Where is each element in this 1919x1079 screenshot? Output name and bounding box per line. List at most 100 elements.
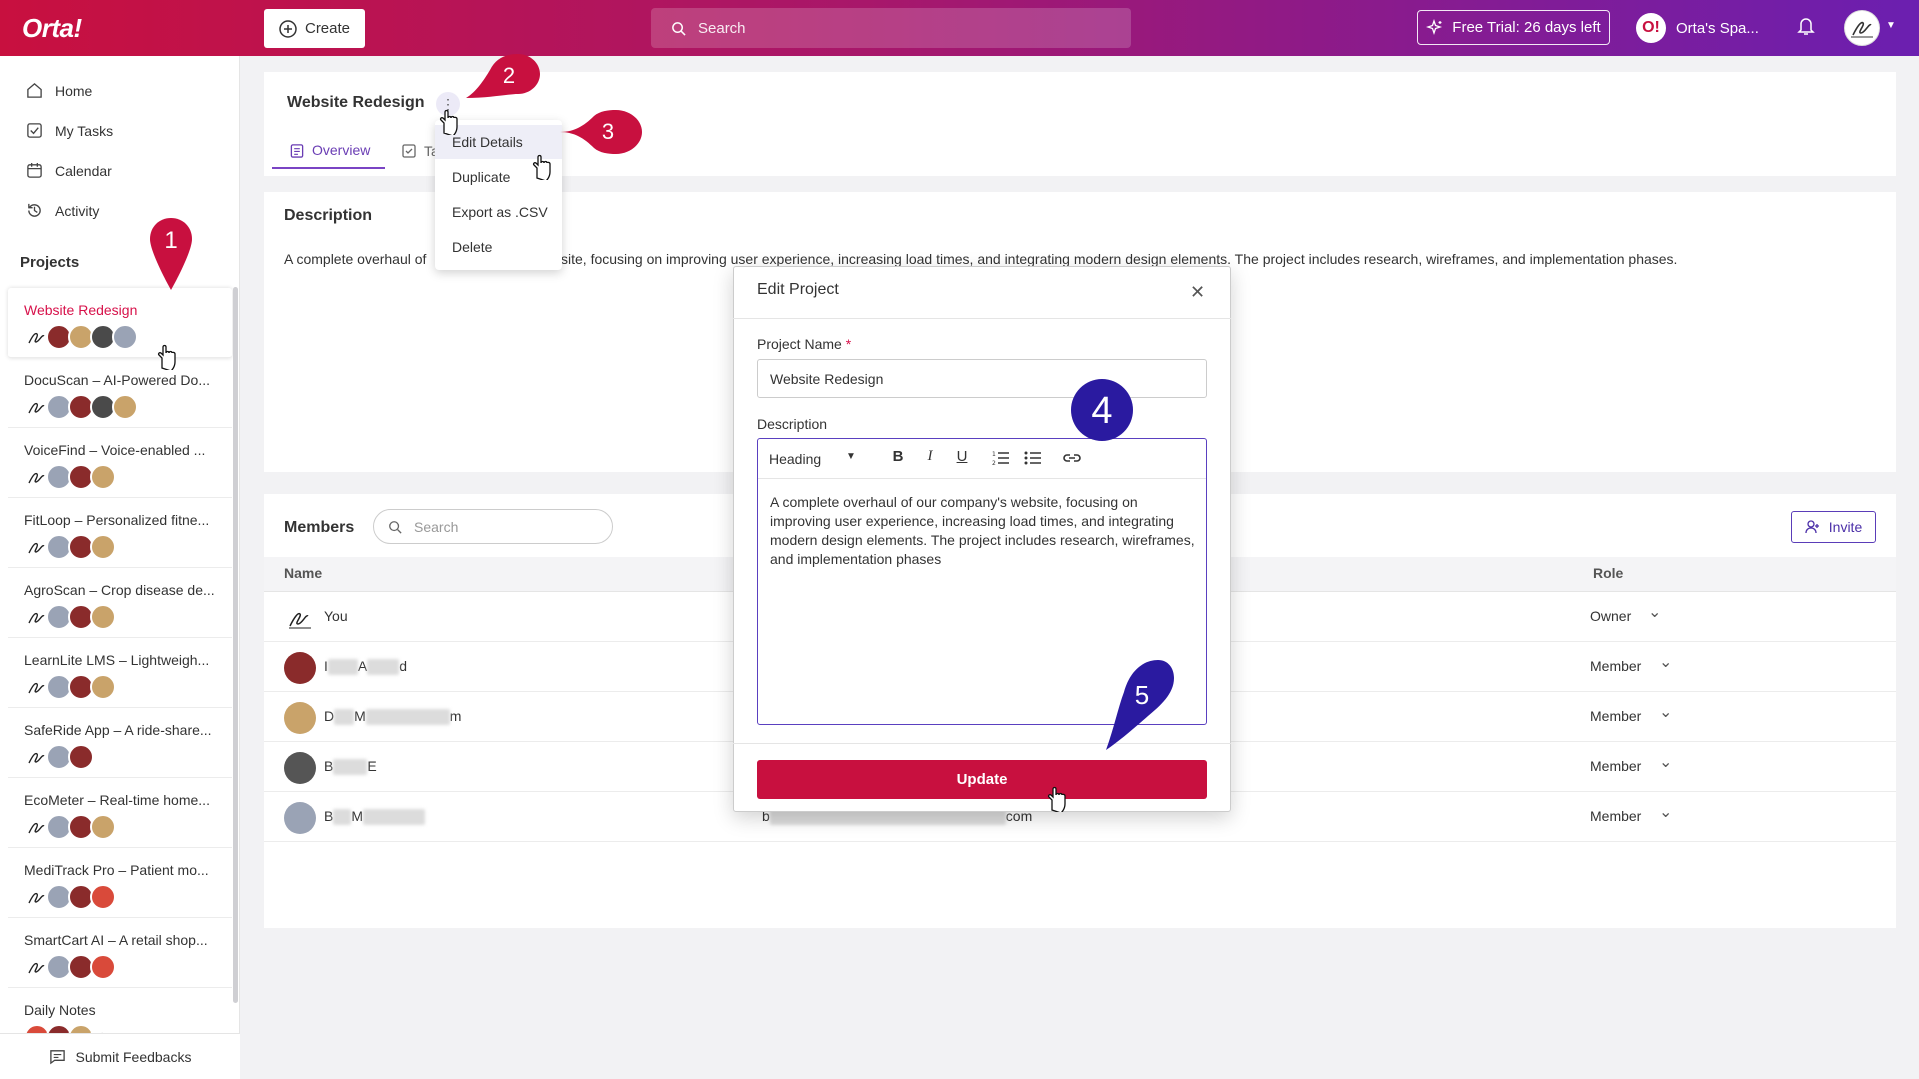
plus-circle-icon: [279, 19, 297, 38]
tab-overview[interactable]: Overview: [272, 133, 385, 169]
callout-pin-1: 1: [150, 218, 192, 290]
sidebar-item-activity[interactable]: Activity: [26, 202, 99, 219]
callout-number: 2: [503, 63, 515, 88]
avatar: [284, 602, 316, 634]
projects-heading: Projects: [20, 254, 80, 271]
italic-icon[interactable]: I: [920, 448, 940, 465]
column-header-role: Role: [1593, 565, 1624, 581]
underline-icon[interactable]: U: [952, 448, 972, 465]
hand-cursor-icon: [439, 109, 458, 135]
role-select[interactable]: Owner: [1590, 608, 1631, 624]
bullet-list-icon[interactable]: [1023, 450, 1043, 470]
avatar: [90, 464, 116, 490]
tab-tasks[interactable]: Ta: [402, 133, 439, 169]
sidebar-project-item[interactable]: FitLoop – Personalized fitne...: [8, 498, 232, 568]
member-name-part: M: [351, 808, 364, 824]
sidebar-project-item[interactable]: LearnLite LMS – Lightweigh...: [8, 638, 232, 708]
menu-item-delete[interactable]: Delete: [435, 230, 562, 264]
sidebar-project-item[interactable]: Website Redesign: [8, 288, 232, 358]
sidebar-item-label: Home: [55, 82, 93, 99]
submit-feedback-button[interactable]: Submit Feedbacks: [0, 1033, 240, 1079]
sidebar-project-item[interactable]: SafeRide App – A ride-share...: [8, 708, 232, 778]
chevron-down-icon[interactable]: ▼: [1886, 20, 1896, 31]
callout-number: 3: [602, 119, 614, 144]
project-name: EcoMeter – Real-time home...: [24, 792, 210, 808]
sidebar-item-home[interactable]: Home: [26, 82, 92, 99]
role-select[interactable]: Member: [1590, 708, 1641, 724]
chevron-down-icon[interactable]: ⌄: [1648, 602, 1661, 622]
page-title: Website Redesign: [287, 94, 425, 111]
members-heading: Members: [284, 519, 355, 536]
sidebar-project-item[interactable]: EcoMeter – Real-time home...: [8, 778, 232, 848]
history-icon: [28, 203, 41, 217]
message-icon: [49, 1050, 65, 1065]
member-avatars: [24, 954, 116, 980]
redacted-text: [334, 709, 355, 726]
chevron-down-icon[interactable]: ⌄: [1659, 702, 1672, 722]
sidebar-item-my-tasks[interactable]: My Tasks: [26, 122, 113, 139]
app-logo[interactable]: Orta!: [22, 13, 82, 44]
sidebar-project-item[interactable]: MediTrack Pro – Patient mo...: [8, 848, 232, 918]
member-name-part: d: [399, 658, 408, 674]
chevron-down-icon[interactable]: ⌄: [1659, 802, 1672, 822]
avatar: [284, 802, 316, 834]
sidebar-project-item[interactable]: AgroScan – Crop disease de...: [8, 568, 232, 638]
menu-item-export-csv[interactable]: Export as .CSV: [435, 195, 562, 229]
bold-icon[interactable]: B: [888, 448, 908, 465]
create-button[interactable]: Create: [264, 9, 365, 48]
link-icon[interactable]: [1062, 450, 1082, 470]
clipboard-icon: [290, 143, 304, 158]
sidebar-item-label: Activity: [55, 202, 100, 219]
update-button[interactable]: Update: [757, 760, 1207, 799]
member-name-part: M: [354, 708, 366, 724]
sidebar-scrollbar[interactable]: [233, 287, 238, 1003]
home-icon: [27, 83, 42, 98]
chevron-down-icon[interactable]: ⌄: [1659, 652, 1672, 672]
avatar: [284, 652, 316, 684]
chevron-down-icon[interactable]: ⌄: [1659, 752, 1672, 772]
description-label: Description: [757, 416, 828, 432]
project-name-label: Project Name *: [757, 336, 851, 352]
sidebar-project-item[interactable]: DocuScan – AI-Powered Do...: [8, 358, 232, 428]
sparkle-icon: [1426, 18, 1443, 35]
sidebar-project-item[interactable]: VoiceFind – Voice-enabled ...: [8, 428, 232, 498]
submit-feedback-label: Submit Feedbacks: [75, 1048, 192, 1065]
sidebar-item-label: Calendar: [55, 162, 112, 179]
close-icon[interactable]: ✕: [1190, 282, 1205, 303]
caret-down-icon[interactable]: ▼: [846, 451, 856, 462]
member-name: BM: [324, 808, 426, 826]
project-options-menu: Edit Details Duplicate Export as .CSV De…: [435, 120, 562, 270]
redacted-text: [333, 809, 352, 826]
sidebar-project-item[interactable]: SmartCart AI – A retail shop...: [8, 918, 232, 988]
role-select[interactable]: Member: [1590, 758, 1641, 774]
member-avatars: [24, 744, 94, 770]
bell-icon[interactable]: [1797, 16, 1815, 41]
callout-badge-4: 4: [1071, 379, 1133, 441]
member-name-part: B: [324, 758, 334, 774]
members-search-input[interactable]: Search: [373, 509, 613, 544]
global-search-placeholder: Search: [698, 19, 746, 37]
editor-toolbar: Heading ▼ B I U 12: [758, 439, 1206, 479]
add-user-icon: [1805, 520, 1819, 534]
role-select[interactable]: Member: [1590, 808, 1641, 824]
free-trial-label: Free Trial: 26 days left: [1452, 19, 1601, 36]
invite-button[interactable]: Invite: [1791, 511, 1876, 543]
member-name-part: A: [357, 658, 368, 674]
project-name-field[interactable]: Website Redesign: [757, 359, 1207, 398]
project-name: DocuScan – AI-Powered Do...: [24, 372, 210, 388]
tab-label: Overview: [312, 142, 371, 158]
role-select[interactable]: Member: [1590, 658, 1641, 674]
avatar: [90, 884, 116, 910]
user-avatar[interactable]: [1844, 10, 1880, 46]
free-trial-button[interactable]: Free Trial: 26 days left: [1417, 10, 1610, 45]
member-avatars: [24, 394, 138, 420]
sidebar-item-calendar[interactable]: Calendar: [26, 162, 112, 179]
global-search-input[interactable]: Search: [651, 8, 1131, 48]
member-name-part: D: [324, 708, 335, 724]
project-name-value: Website Redesign: [770, 370, 884, 387]
project-name-label-text: Project Name: [757, 336, 842, 352]
workspace-switcher[interactable]: O! Orta's Spa...: [1636, 13, 1759, 43]
callout-pin-3: 3: [560, 110, 642, 154]
heading-select[interactable]: Heading: [769, 451, 821, 467]
ordered-list-icon[interactable]: 12: [991, 450, 1011, 470]
